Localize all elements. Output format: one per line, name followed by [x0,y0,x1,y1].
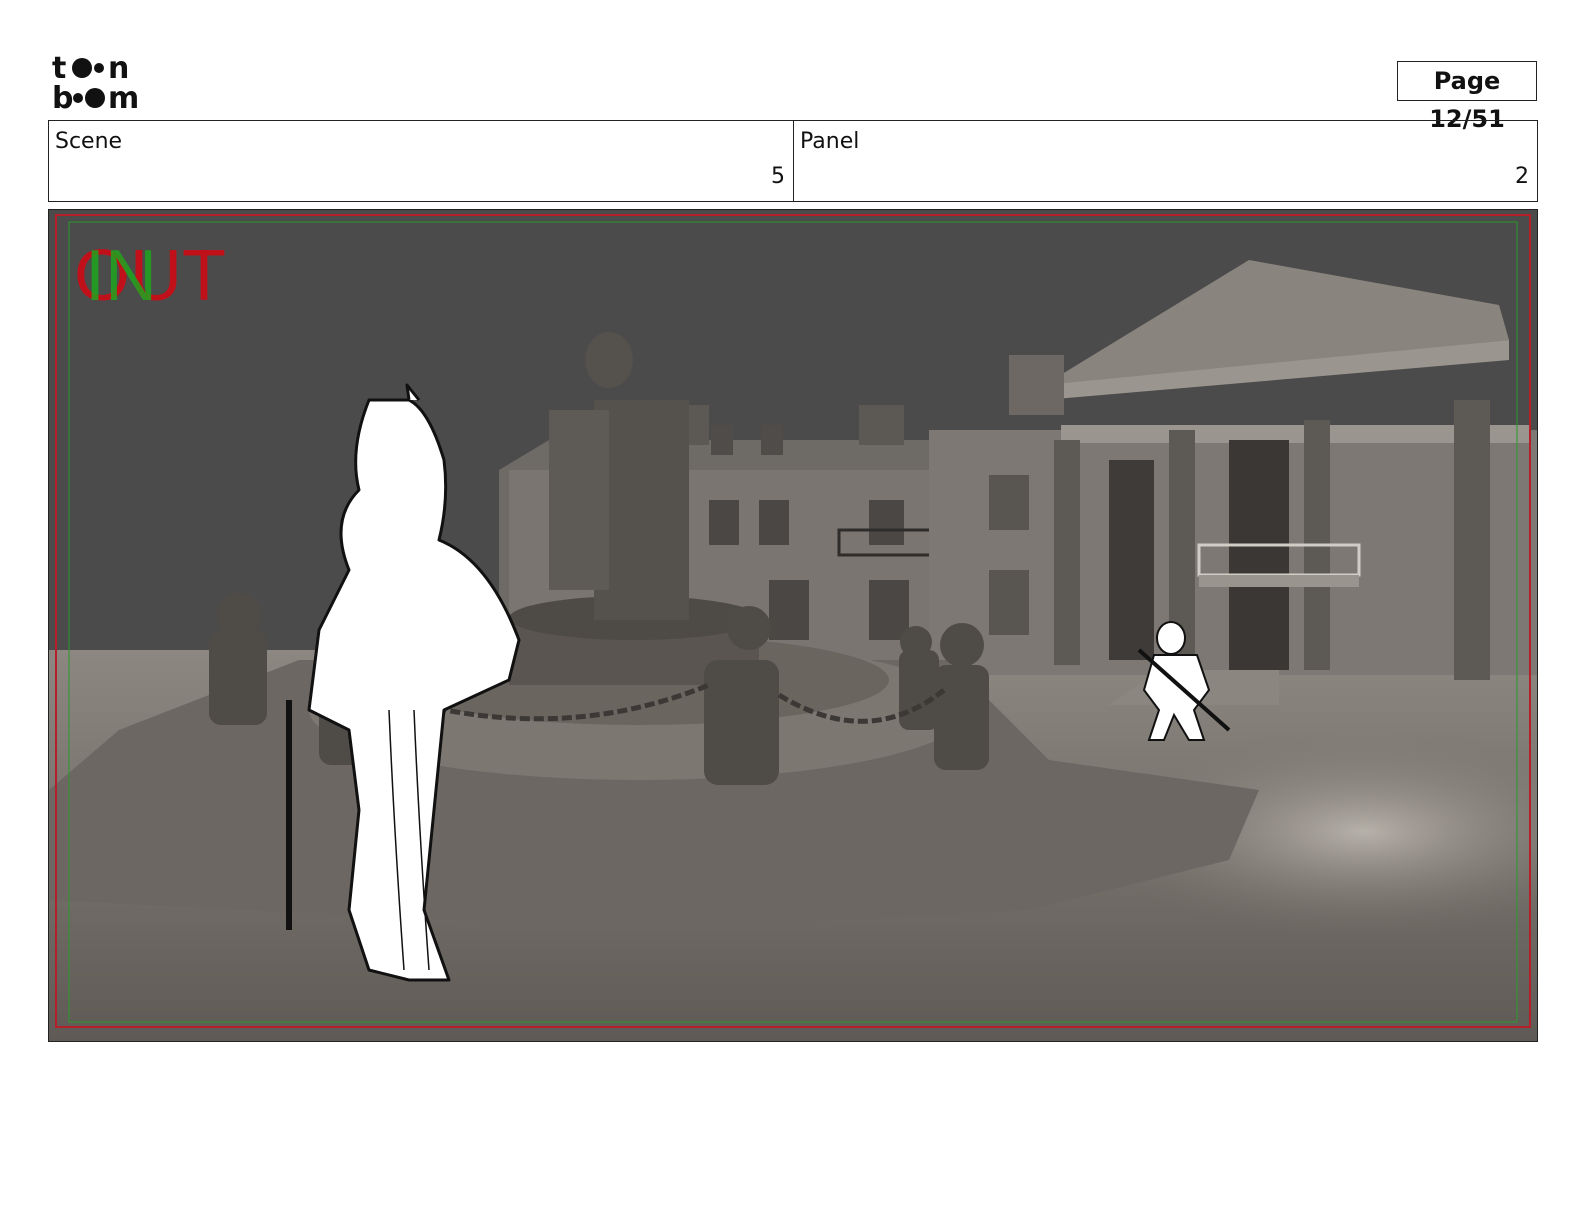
storyboard-panel-art: OUT IN [49,210,1537,1041]
logo-dot-small [94,63,104,73]
logo-dot-large [72,58,92,78]
panel-cell: Panel 2 [794,121,1537,201]
logo-dot-large-2 [85,88,105,108]
logo-letter-b: b [52,81,73,114]
panel-label: Panel [800,129,860,154]
scene-value: 5 [771,164,785,189]
scene-panel-info: Scene 5 Panel 2 [48,120,1538,202]
toonboom-logo-mark: t n b m [52,51,139,116]
toonboom-logo: t n b m [52,50,164,116]
logo-letter-m: m [108,81,139,114]
page-number: Page 12/51 [1397,61,1537,133]
scene-cell: Scene 5 [49,121,794,201]
in-marker-overlay: IN [85,236,157,316]
panel-image-frame: OUT IN [48,209,1538,1042]
panel-value: 2 [1515,164,1529,189]
logo-dot-small-2 [73,93,83,103]
scene-label: Scene [55,129,123,154]
